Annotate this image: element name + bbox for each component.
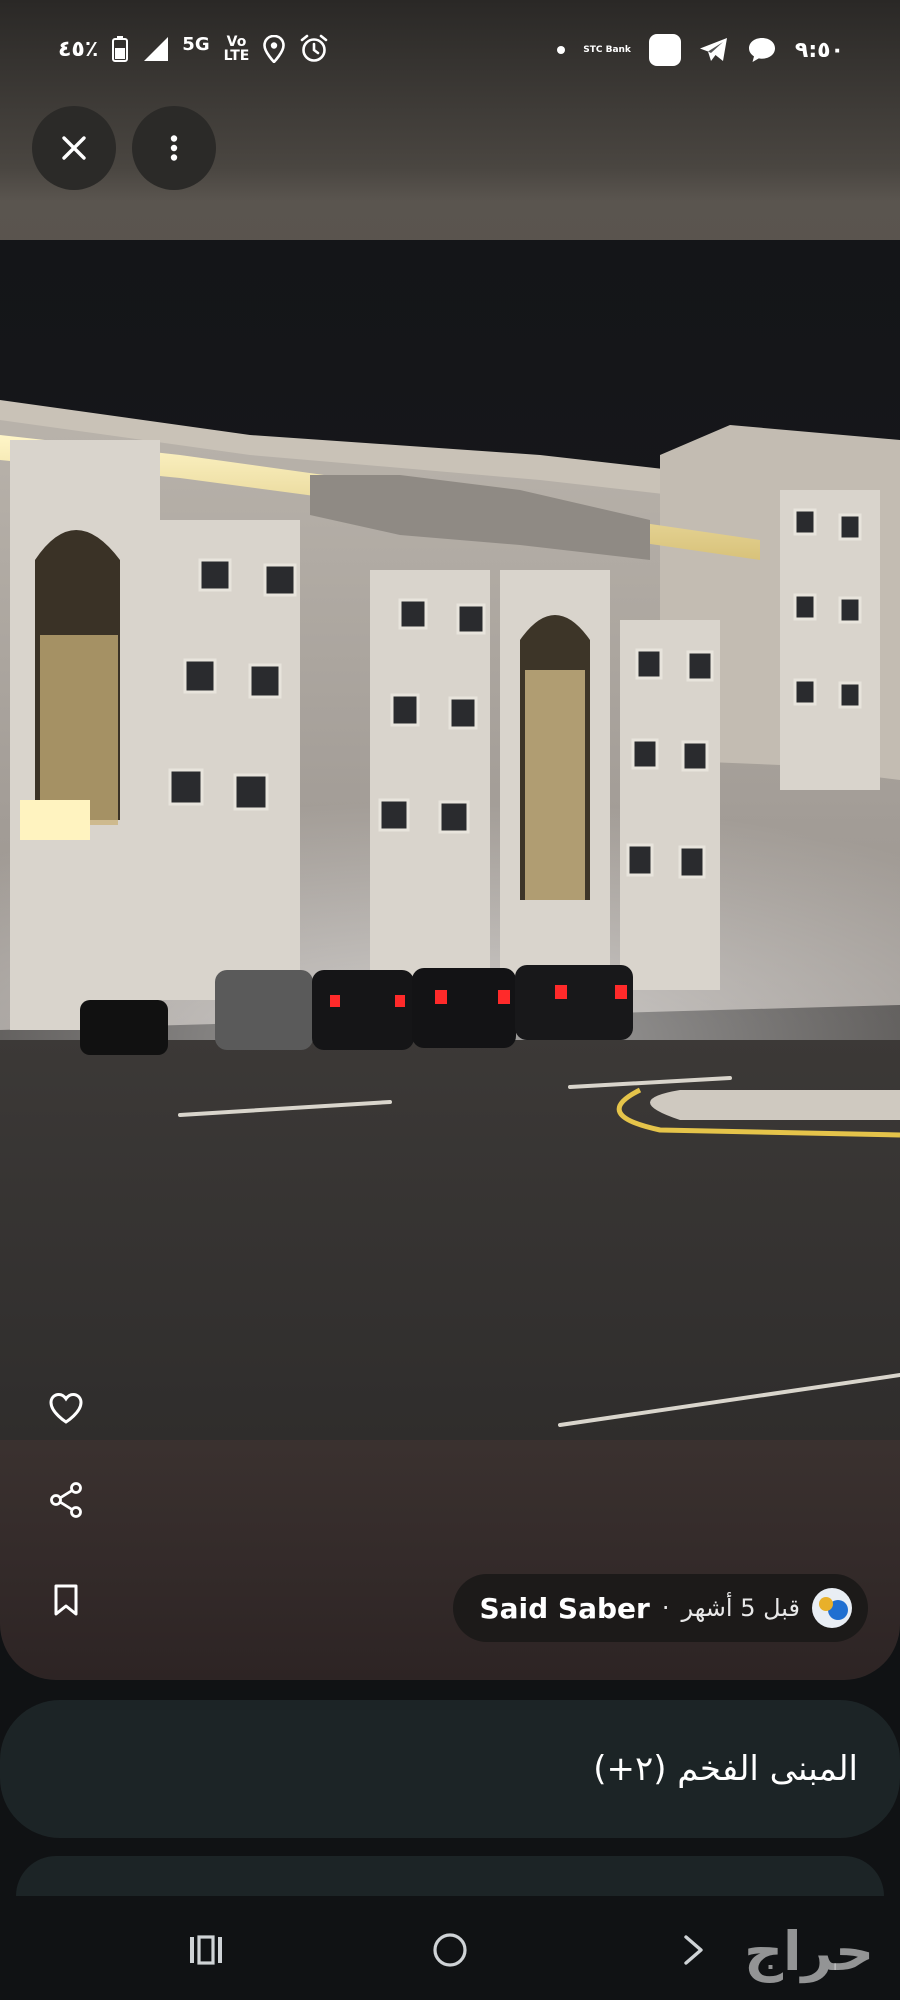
more-options-button[interactable]	[132, 106, 216, 190]
volte-indicator: Vo LTE	[224, 35, 250, 63]
more-vert-icon	[170, 135, 178, 161]
status-bar: ٤٥٪ 5G Vo LTE ٩:٥٠ STC Bank	[0, 0, 900, 104]
building-night-photo	[0, 240, 900, 1440]
alarm-icon	[301, 34, 328, 62]
status-bar-right: ٩:٥٠ STC Bank	[557, 34, 844, 66]
share-icon	[50, 1482, 82, 1518]
post-title: المبنى الفخم (٢+)	[593, 1749, 858, 1789]
back-icon	[684, 1935, 703, 1965]
app-notification-icon	[648, 34, 681, 66]
recent-apps-icon	[190, 1935, 222, 1965]
location-icon	[263, 35, 286, 63]
avatar	[812, 1588, 852, 1628]
clock: ٩:٥٠	[794, 37, 844, 63]
heart-icon	[49, 1392, 83, 1424]
avatar-image	[813, 1589, 851, 1627]
back-button[interactable]	[670, 1926, 718, 1974]
post-time: قبل 5 أشهر	[681, 1594, 800, 1622]
battery-icon	[112, 36, 129, 62]
home-icon	[433, 1933, 467, 1967]
telegram-icon	[699, 38, 727, 61]
author-separator: ·	[661, 1594, 670, 1622]
status-bar-left: ٤٥٪ 5G Vo LTE	[58, 34, 329, 64]
close-icon	[62, 136, 86, 160]
recent-apps-button[interactable]	[182, 1926, 230, 1974]
home-button[interactable]	[426, 1926, 474, 1974]
like-button[interactable]	[44, 1386, 88, 1430]
author-chip[interactable]: Said Saber · قبل 5 أشهر	[453, 1574, 868, 1642]
dot-indicator-icon	[557, 46, 566, 54]
carrier-label: STC Bank	[583, 45, 631, 55]
listing-photo[interactable]	[0, 240, 900, 1440]
haraj-watermark: حراج	[744, 1920, 874, 1983]
bookmark-icon	[54, 1584, 78, 1616]
author-name: Said Saber	[479, 1591, 650, 1625]
volte-top: Vo	[226, 34, 247, 50]
cell-signal-icon	[144, 37, 169, 61]
volte-bottom: LTE	[223, 48, 250, 64]
save-button[interactable]	[44, 1578, 88, 1622]
network-type: 5G	[182, 33, 210, 55]
chat-bubble-icon	[748, 38, 775, 62]
share-button[interactable]	[44, 1478, 88, 1522]
close-button[interactable]	[32, 106, 116, 190]
battery-percentage: ٤٥٪	[58, 36, 99, 62]
post-title-card[interactable]: المبنى الفخم (٢+)	[0, 1700, 900, 1838]
photo-viewer: ٤٥٪ 5G Vo LTE ٩:٥٠ STC Bank Said Saber ·…	[0, 0, 900, 1680]
